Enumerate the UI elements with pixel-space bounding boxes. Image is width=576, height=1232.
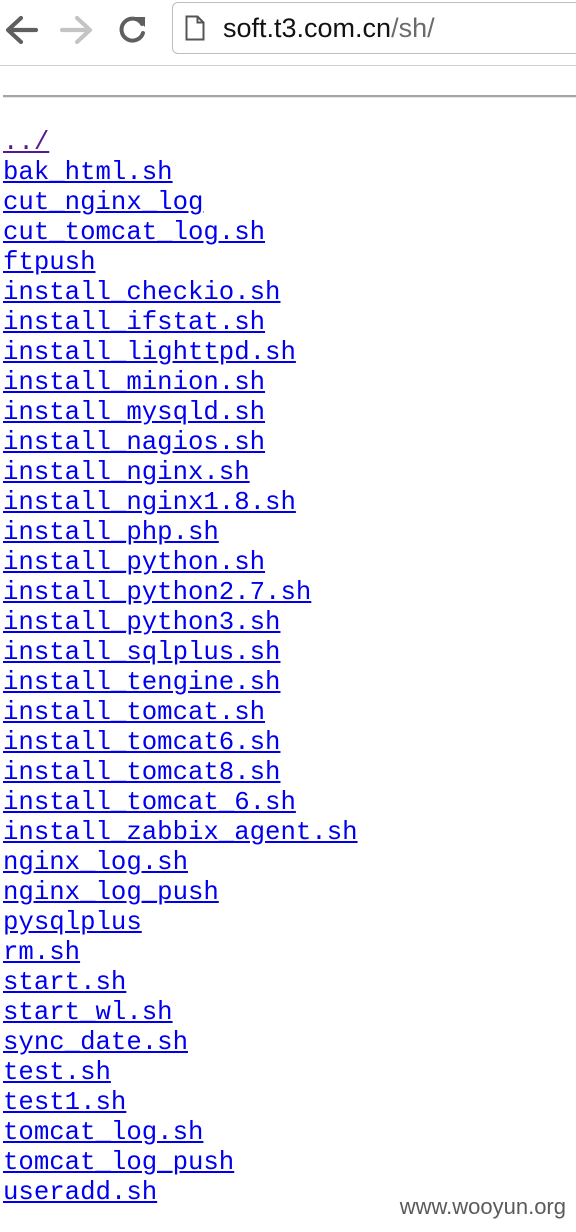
- file-link[interactable]: nginx_log.sh: [3, 848, 188, 877]
- file-link[interactable]: start.sh: [3, 968, 126, 997]
- list-item: install_checkio.sh: [3, 278, 358, 308]
- file-link[interactable]: useradd.sh: [3, 1178, 157, 1207]
- list-item: sync_date.sh: [3, 1028, 358, 1058]
- list-item: install_nagios.sh: [3, 428, 358, 458]
- file-link[interactable]: install_minion.sh: [3, 368, 265, 397]
- url-path: /sh/: [391, 12, 435, 43]
- directory-listing: ../ bak_html.sh cut_nginx_log cut_tomcat_l…: [3, 128, 358, 1208]
- file-link[interactable]: test.sh: [3, 1058, 111, 1087]
- list-item: install_tomcat6.sh: [3, 728, 358, 758]
- file-link[interactable]: pysqlplus: [3, 908, 142, 937]
- file-link[interactable]: install_nginx1.8.sh: [3, 488, 296, 517]
- file-link[interactable]: tomcat_log.sh: [3, 1118, 203, 1147]
- file-link[interactable]: nginx_log_push: [3, 878, 219, 907]
- list-item: install_tomcat.sh: [3, 698, 358, 728]
- reload-button[interactable]: [112, 10, 152, 50]
- list-item: install_php.sh: [3, 518, 358, 548]
- list-item: install_mysqld.sh: [3, 398, 358, 428]
- list-item: install_sqlplus.sh: [3, 638, 358, 668]
- list-item: install_nginx.sh: [3, 458, 358, 488]
- file-link[interactable]: install_sqlplus.sh: [3, 638, 280, 667]
- page-icon: [185, 15, 205, 41]
- file-link[interactable]: install_checkio.sh: [3, 278, 280, 307]
- list-item: nginx_log_push: [3, 878, 358, 908]
- watermark-text: www.wooyun.org: [399, 1194, 566, 1219]
- file-link[interactable]: install_nginx.sh: [3, 458, 250, 487]
- file-link[interactable]: install_mysqld.sh: [3, 398, 265, 427]
- file-link[interactable]: tomcat_log_push: [3, 1148, 234, 1177]
- url-text: soft.t3.com.cn/sh/: [223, 13, 435, 44]
- list-item: install_zabbix_agent.sh: [3, 818, 358, 848]
- url-host: soft.t3.com.cn: [223, 12, 392, 43]
- file-link[interactable]: ftpush: [3, 248, 96, 277]
- list-item: install_python3.sh: [3, 608, 358, 638]
- page-content: ../ bak_html.sh cut_nginx_log cut_tomcat_l…: [0, 66, 576, 1232]
- list-item: install_nginx1.8.sh: [3, 488, 358, 518]
- list-item: install_tomcat_6.sh: [3, 788, 358, 818]
- file-link[interactable]: install_ifstat.sh: [3, 308, 265, 337]
- list-item: ../: [3, 128, 358, 158]
- file-link[interactable]: install_tomcat_6.sh: [3, 788, 296, 817]
- list-item: install_minion.sh: [3, 368, 358, 398]
- file-link[interactable]: bak_html.sh: [3, 158, 173, 187]
- file-link[interactable]: install_nagios.sh: [3, 428, 265, 457]
- list-item: tomcat_log.sh: [3, 1118, 358, 1148]
- parent-directory-link[interactable]: ../: [3, 128, 49, 157]
- file-link[interactable]: install_lighttpd.sh: [3, 338, 296, 367]
- list-item: rm.sh: [3, 938, 358, 968]
- forward-arrow-icon: [59, 15, 93, 45]
- file-link[interactable]: install_zabbix_agent.sh: [3, 818, 358, 847]
- list-item: start.sh: [3, 968, 358, 998]
- back-button[interactable]: [2, 10, 42, 50]
- list-item: test.sh: [3, 1058, 358, 1088]
- list-item: ftpush: [3, 248, 358, 278]
- horizontal-rule: [3, 95, 576, 98]
- file-link[interactable]: cut_tomcat_log.sh: [3, 218, 265, 247]
- file-link[interactable]: install_tomcat8.sh: [3, 758, 280, 787]
- back-arrow-icon: [5, 15, 39, 45]
- file-link[interactable]: rm.sh: [3, 938, 80, 967]
- list-item: install_python2.7.sh: [3, 578, 358, 608]
- browser-toolbar: soft.t3.com.cn/sh/: [0, 0, 576, 66]
- list-item: install_python.sh: [3, 548, 358, 578]
- file-link[interactable]: install_tomcat.sh: [3, 698, 265, 727]
- list-item: cut_nginx_log: [3, 188, 358, 218]
- list-item: useradd.sh: [3, 1178, 358, 1208]
- list-item: nginx_log.sh: [3, 848, 358, 878]
- list-item: install_tomcat8.sh: [3, 758, 358, 788]
- file-link[interactable]: install_python2.7.sh: [3, 578, 311, 607]
- address-bar[interactable]: soft.t3.com.cn/sh/: [172, 2, 576, 54]
- list-item: pysqlplus: [3, 908, 358, 938]
- file-link[interactable]: cut_nginx_log: [3, 188, 203, 217]
- file-link[interactable]: sync_date.sh: [3, 1028, 188, 1057]
- file-link[interactable]: test1.sh: [3, 1088, 126, 1117]
- file-link[interactable]: install_php.sh: [3, 518, 219, 547]
- reload-icon: [119, 16, 145, 43]
- list-item: test1.sh: [3, 1088, 358, 1118]
- list-item: start_wl.sh: [3, 998, 358, 1028]
- file-link[interactable]: start_wl.sh: [3, 998, 173, 1027]
- list-item: bak_html.sh: [3, 158, 358, 188]
- file-link[interactable]: install_python3.sh: [3, 608, 280, 637]
- list-item: install_tengine.sh: [3, 668, 358, 698]
- list-item: cut_tomcat_log.sh: [3, 218, 358, 248]
- file-link[interactable]: install_python.sh: [3, 548, 265, 577]
- forward-button[interactable]: [56, 10, 96, 50]
- list-item: install_ifstat.sh: [3, 308, 358, 338]
- list-item: install_lighttpd.sh: [3, 338, 358, 368]
- file-link[interactable]: install_tomcat6.sh: [3, 728, 280, 757]
- list-item: tomcat_log_push: [3, 1148, 358, 1178]
- file-link[interactable]: install_tengine.sh: [3, 668, 280, 697]
